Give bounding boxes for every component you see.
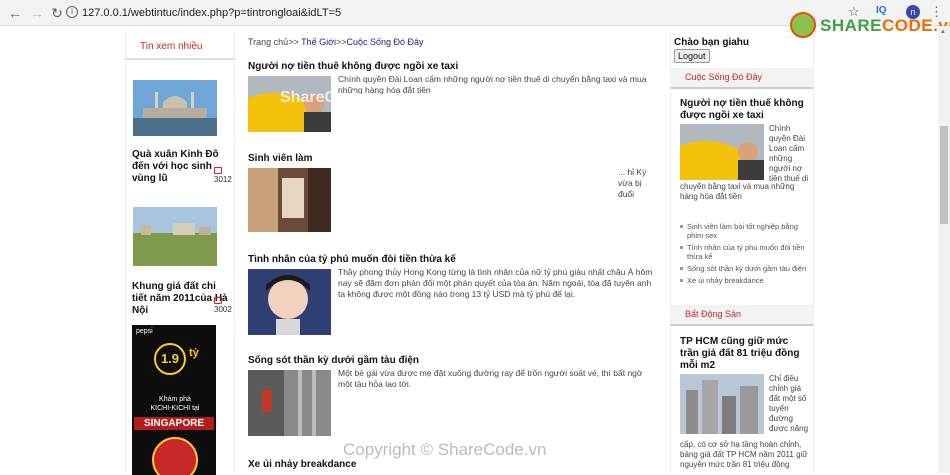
related-link[interactable]: Sinh viên làm bài tốt nghiệp bằng phim s… — [680, 222, 812, 240]
section-heading-life[interactable]: Cuộc Sống Đó Đây — [671, 68, 813, 89]
land-thumbnail[interactable] — [133, 204, 217, 269]
article-title[interactable]: Sống sót thần kỳ dưới gầm tàu điện — [248, 355, 656, 366]
related-link[interactable]: Sống sót thần kỳ dưới gầm tàu điện — [680, 264, 812, 273]
comment-icon — [214, 167, 222, 175]
ad-amount: 1.9 — [154, 343, 186, 375]
article-summary: Thầy phong thủy Hong Kong từng là tình n… — [338, 267, 653, 299]
article-title[interactable]: Người nợ tiền thuê không được ngồi xe ta… — [248, 61, 656, 72]
heiress-article-image[interactable] — [248, 269, 331, 335]
section-heading-real-estate[interactable]: Bất Động Sản — [671, 305, 813, 326]
article-item: Tình nhân của tỷ phú muốn đòi tiền thừa … — [248, 254, 656, 354]
right-sidebar: Chào bạn giahu Logout Cuộc Sống Đó Đây N… — [670, 32, 814, 473]
article-item: Sinh viên làm ... hỉ Kỳ vừa bị đuổi — [248, 153, 656, 243]
featured-article-summary: Chỉ điều chỉnh giá đất một số tuyến đườn… — [769, 374, 809, 433]
article-item: Xe ủi nhảy breakdance — [248, 459, 656, 473]
most-viewed-item[interactable]: Khung giá đất chi tiết năm 2011của Hà Nộ… — [132, 204, 232, 317]
related-link[interactable]: Xe ủi nhảy breakdance — [680, 276, 812, 285]
main-content: Trang chủ>> Thế Giới>>Cuộc Sống Đó Đây N… — [246, 32, 658, 473]
article-title[interactable]: Sinh viên làm — [248, 153, 656, 164]
ad-line2: KICHI-KICHI tại — [150, 405, 200, 412]
user-greeting: Chào bạn giahu — [674, 37, 749, 48]
ad-city: SINGAPORE — [134, 417, 214, 430]
comment-count: 3002 — [214, 305, 232, 314]
breadcrumb-separator: >> — [288, 37, 299, 47]
ad-line1: Khám phá — [159, 396, 191, 403]
logo-text-part1: SHARE — [820, 16, 883, 35]
article-summary: ... hỉ Kỳ vừa bị đuổi — [618, 167, 647, 199]
back-icon[interactable]: ← — [6, 4, 24, 22]
copyright-watermark: Copyright © ShareCode.vn — [343, 440, 547, 459]
reload-icon[interactable]: ↻ — [48, 4, 66, 22]
site-info-icon[interactable]: i — [66, 6, 78, 18]
mosque-thumbnail[interactable] — [133, 80, 217, 136]
related-links-list: Sinh viên làm bài tốt nghiệp bằng phim s… — [680, 222, 812, 288]
pepsi-advertisement[interactable]: pepsi 1.9 tỷ Khám phá KICHI-KICHI tại SIN… — [132, 325, 216, 475]
forward-icon[interactable]: → — [28, 4, 46, 22]
ad-badge-icon — [152, 437, 198, 475]
related-link[interactable]: Tình nhân của tỷ phú muốn đòi tiền thừa … — [680, 243, 812, 261]
address-bar[interactable]: 127.0.0.1/webtintuc/index.php?p=tintrong… — [82, 4, 341, 22]
ad-unit: tỷ — [189, 347, 199, 359]
city-article-image[interactable] — [680, 374, 764, 434]
featured-article-summary-rest: cấp, có cơ sở hạ tầng hoàn chỉnh, bảng g… — [680, 440, 808, 469]
comment-icon — [214, 297, 222, 305]
featured-taxi-image[interactable] — [680, 124, 764, 180]
student-article-image[interactable] — [248, 168, 331, 232]
logout-button[interactable]: Logout — [674, 49, 710, 63]
scroll-up-arrow-icon[interactable]: ▲ — [940, 29, 946, 35]
sharecode-watermark: ShareCode.vn — [280, 89, 388, 106]
scroll-thumb[interactable] — [940, 126, 948, 224]
most-viewed-heading: Tin xem nhiều — [126, 32, 234, 60]
featured-article-title[interactable]: Người nợ tiền thuế không được ngồi xe ta… — [680, 98, 808, 122]
featured-article-summary: Chính quyền Đài Loan cấm những người nợ … — [769, 124, 809, 183]
left-sidebar: Tin xem nhiều Quà xuân Kinh Đô đến với h… — [125, 32, 235, 475]
page-scrollbar[interactable]: ▲ — [938, 26, 950, 473]
breadcrumb-separator: >> — [335, 37, 347, 47]
train-article-image[interactable] — [248, 370, 331, 436]
breadcrumb-home[interactable]: Trang chủ — [248, 37, 288, 47]
article-title[interactable]: Tình nhân của tỷ phú muốn đòi tiền thừa … — [248, 254, 656, 265]
breadcrumb-category[interactable]: Thế Giới — [301, 37, 336, 47]
comment-count: 3012 — [214, 175, 232, 184]
article-item: Người nợ tiền thuê không được ngồi xe ta… — [248, 61, 656, 161]
most-viewed-item[interactable]: Quà xuân Kinh Đô đến với học sinh vùng l… — [132, 80, 232, 185]
ad-brand: pepsi — [136, 328, 153, 335]
featured-article-summary-rest: chuyển bằng taxi và mua những hàng hóa đ… — [680, 182, 795, 201]
breadcrumb-subcategory[interactable]: Cuộc Sống Đó Đây — [347, 37, 424, 47]
breadcrumb: Trang chủ>> Thế Giới>>Cuộc Sống Đó Đây — [248, 37, 658, 47]
article-summary: Một bé gái vừa được mẹ đặt xuống đường r… — [338, 368, 643, 389]
featured-article-title[interactable]: TP HCM cũng giữ mức trần giá đất 81 triệ… — [680, 336, 808, 372]
article-title[interactable]: Xe ủi nhảy breakdance — [248, 459, 656, 470]
